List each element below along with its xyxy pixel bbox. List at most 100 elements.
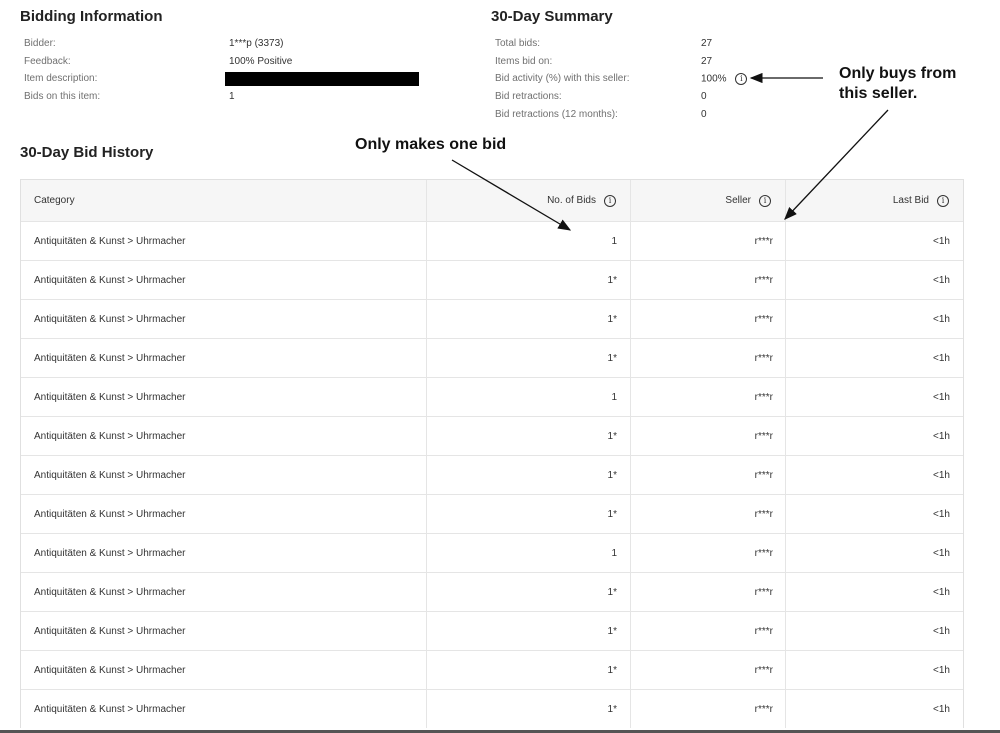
bids-cell: 1*: [426, 417, 635, 455]
category-cell: Antiquitäten & Kunst > Uhrmacher: [34, 508, 186, 520]
last-bid-cell: <1h: [785, 534, 963, 572]
table-row[interactable]: Antiquitäten & Kunst > Uhrmacher 1* r***r <…: [21, 611, 963, 650]
bidding-info-title: Bidding Information: [20, 8, 163, 25]
seller-cell: r***r: [630, 339, 785, 377]
table-header: Category No. of Bids i Seller i Last Bid…: [21, 179, 963, 221]
info-icon[interactable]: i: [735, 73, 748, 85]
seller-header-label: Seller: [725, 195, 751, 206]
table-row[interactable]: Antiquitäten & Kunst > Uhrmacher 1* r***r <…: [21, 299, 963, 338]
info-icon[interactable]: i: [759, 194, 771, 207]
bids-cell: 1*: [426, 612, 635, 650]
category-cell: Antiquitäten & Kunst > Uhrmacher: [34, 352, 186, 364]
bidder-label: Bidder:: [24, 38, 56, 49]
table-row[interactable]: Antiquitäten & Kunst > Uhrmacher 1* r***r <…: [21, 689, 963, 728]
seller-cell: r***r: [630, 495, 785, 533]
summary-title: 30-Day Summary: [491, 8, 613, 25]
bids-cell: 1: [426, 378, 635, 416]
bidder-value[interactable]: 1***p (3373): [229, 39, 283, 49]
seller-cell: r***r: [630, 651, 785, 689]
category-cell: Antiquitäten & Kunst > Uhrmacher: [34, 235, 186, 247]
bids-cell: 1*: [426, 690, 635, 728]
annotation-one-bid: Only makes one bid: [355, 136, 507, 153]
column-header-category[interactable]: Category: [34, 180, 414, 221]
feedback-label: Feedback:: [24, 56, 71, 67]
bid-retractions-label: Bid retractions:: [495, 91, 562, 102]
last-bid-cell: <1h: [785, 573, 963, 611]
total-bids-value: 27: [701, 38, 713, 49]
last-bid-cell: <1h: [785, 612, 963, 650]
seller-cell: r***r: [630, 456, 785, 494]
feedback-value: 100% Positive: [229, 56, 293, 67]
column-header-seller[interactable]: Seller i: [630, 180, 785, 221]
bids-header-label: No. of Bids: [547, 195, 596, 206]
annotation-one-seller-line1: Only buys from: [839, 65, 957, 82]
category-cell: Antiquitäten & Kunst > Uhrmacher: [34, 469, 186, 481]
table-row[interactable]: Antiquitäten & Kunst > Uhrmacher 1 r***r <1…: [21, 221, 963, 260]
bid-activity-label: Bid activity (%) with this seller:: [495, 73, 630, 84]
seller-cell: r***r: [630, 261, 785, 299]
bid-activity-value: 100% i: [701, 73, 748, 85]
last-bid-cell: <1h: [785, 456, 963, 494]
last-bid-cell: <1h: [785, 261, 963, 299]
seller-cell: r***r: [630, 690, 785, 728]
history-title: 30-Day Bid History: [20, 144, 154, 161]
table-row[interactable]: Antiquitäten & Kunst > Uhrmacher 1* r***r <…: [21, 338, 963, 377]
info-icon[interactable]: i: [937, 194, 949, 207]
seller-cell: r***r: [630, 300, 785, 338]
last-bid-header-label: Last Bid: [892, 195, 929, 206]
bid-retractions-12m-label: Bid retractions (12 months):: [495, 109, 618, 120]
items-bid-on-label: Items bid on:: [495, 56, 553, 67]
table-row[interactable]: Antiquitäten & Kunst > Uhrmacher 1* r***r <…: [21, 650, 963, 689]
bids-cell: 1: [426, 534, 635, 572]
bid-retractions-value: 0: [701, 91, 707, 102]
category-cell: Antiquitäten & Kunst > Uhrmacher: [34, 586, 186, 598]
last-bid-cell: <1h: [785, 690, 963, 728]
bids-cell: 1*: [426, 300, 635, 338]
bids-on-item-label: Bids on this item:: [24, 91, 101, 102]
column-header-last-bid[interactable]: Last Bid i: [785, 180, 963, 221]
last-bid-cell: <1h: [785, 651, 963, 689]
total-bids-label: Total bids:: [495, 38, 541, 49]
table-body: Antiquitäten & Kunst > Uhrmacher 1 r***r <1…: [21, 221, 963, 728]
category-cell: Antiquitäten & Kunst > Uhrmacher: [34, 625, 186, 637]
table-row[interactable]: Antiquitäten & Kunst > Uhrmacher 1* r***r <…: [21, 260, 963, 299]
annotation-one-seller-line2: this seller.: [839, 85, 918, 102]
last-bid-cell: <1h: [785, 339, 963, 377]
seller-cell: r***r: [630, 222, 785, 260]
category-cell: Antiquitäten & Kunst > Uhrmacher: [34, 547, 186, 559]
category-cell: Antiquitäten & Kunst > Uhrmacher: [34, 430, 186, 442]
item-description-label: Item description:: [24, 73, 98, 84]
category-cell: Antiquitäten & Kunst > Uhrmacher: [34, 274, 186, 286]
table-row[interactable]: Antiquitäten & Kunst > Uhrmacher 1 r***r <1…: [21, 377, 963, 416]
table-row[interactable]: Antiquitäten & Kunst > Uhrmacher 1* r***r <…: [21, 455, 963, 494]
bids-on-item-value: 1: [229, 91, 235, 102]
category-cell: Antiquitäten & Kunst > Uhrmacher: [34, 313, 186, 325]
items-bid-on-value: 27: [701, 56, 713, 67]
redacted-item-description: [225, 72, 419, 86]
bid-retractions-12m-value: 0: [701, 109, 707, 120]
bids-cell: 1*: [426, 651, 635, 689]
seller-cell: r***r: [630, 534, 785, 572]
column-header-bids[interactable]: No. of Bids i: [426, 180, 630, 221]
seller-cell: r***r: [630, 573, 785, 611]
seller-cell: r***r: [630, 378, 785, 416]
category-cell: Antiquitäten & Kunst > Uhrmacher: [34, 664, 186, 676]
bids-cell: 1: [426, 222, 635, 260]
category-cell: Antiquitäten & Kunst > Uhrmacher: [34, 391, 186, 403]
bids-cell: 1*: [426, 339, 635, 377]
last-bid-cell: <1h: [785, 495, 963, 533]
table-row[interactable]: Antiquitäten & Kunst > Uhrmacher 1* r***r <…: [21, 572, 963, 611]
last-bid-cell: <1h: [785, 222, 963, 260]
table-row[interactable]: Antiquitäten & Kunst > Uhrmacher 1* r***r <…: [21, 494, 963, 533]
bid-activity-percent: 100%: [701, 73, 727, 85]
table-row[interactable]: Antiquitäten & Kunst > Uhrmacher 1 r***r <1…: [21, 533, 963, 572]
bids-cell: 1*: [426, 261, 635, 299]
table-row[interactable]: Antiquitäten & Kunst > Uhrmacher 1* r***r <…: [21, 416, 963, 455]
last-bid-cell: <1h: [785, 378, 963, 416]
bid-history-table: Category No. of Bids i Seller i Last Bid…: [20, 179, 964, 728]
last-bid-cell: <1h: [785, 300, 963, 338]
annotation-one-seller: Only buys from this seller.: [839, 64, 956, 104]
info-icon[interactable]: i: [604, 194, 616, 207]
bids-cell: 1*: [426, 495, 635, 533]
category-header-label: Category: [34, 195, 75, 206]
